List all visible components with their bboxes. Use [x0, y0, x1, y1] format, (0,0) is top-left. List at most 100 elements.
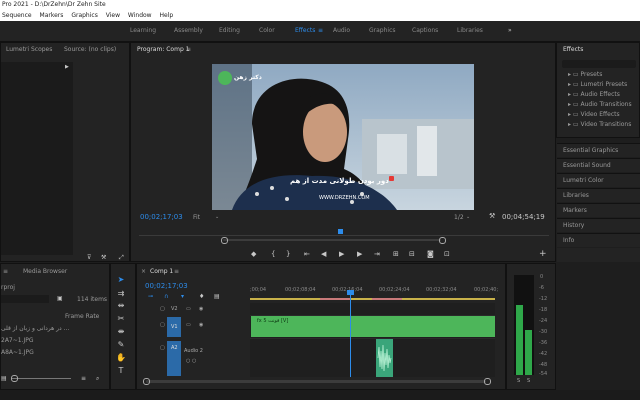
timeline-playhead-handle[interactable] — [347, 290, 354, 295]
panel-markers[interactable]: Markers — [557, 203, 640, 217]
program-ruler[interactable] — [139, 227, 549, 236]
lock-icon[interactable]: ▢ — [160, 322, 165, 328]
go-to-in-icon[interactable]: ⇤ — [304, 250, 310, 258]
fit-dropdown[interactable]: Fit — [193, 214, 200, 221]
play-icon[interactable]: ▶ — [339, 250, 344, 258]
timeline-playhead[interactable] — [350, 290, 351, 377]
step-back-icon[interactable]: ◀ — [321, 250, 326, 258]
tab-comp-1[interactable]: Comp 1 — [150, 268, 173, 275]
zoom-slider[interactable] — [11, 378, 71, 379]
timeline-close-icon[interactable]: × — [141, 268, 146, 275]
effects-folder-audio-transitions[interactable]: ▸ ▭ Audio Transitions — [568, 101, 632, 108]
add-marker-icon[interactable]: ◆ — [251, 250, 256, 258]
scroll-handle-right[interactable] — [439, 237, 446, 244]
project-item[interactable]: 2A7~1.JPG — [1, 337, 34, 344]
workspace-effects[interactable]: Effects — [295, 21, 315, 41]
menu-help[interactable]: Help — [160, 12, 174, 19]
lock-icon[interactable]: ▢ — [160, 345, 165, 351]
fit-chevron-icon[interactable]: ⌄ — [215, 214, 219, 220]
linked-selection-icon[interactable]: ∩ — [164, 293, 168, 300]
track-select-tool-icon[interactable]: ⇉ — [115, 289, 127, 298]
ripple-edit-tool-icon[interactable]: ⇹ — [115, 301, 127, 310]
effects-folder-video-transitions[interactable]: ▸ ▭ Video Transitions — [568, 121, 631, 128]
overwrite-icon[interactable]: ⊟ — [409, 250, 415, 258]
effects-folder-video-effects[interactable]: ▸ ▭ Video Effects — [568, 111, 620, 118]
effects-search-input[interactable] — [562, 60, 636, 68]
eye-icon[interactable]: ◉ — [199, 306, 203, 312]
workspace-audio[interactable]: Audio — [333, 21, 350, 41]
sync-lock-icon[interactable]: ▭ — [186, 322, 191, 328]
effects-folder-presets[interactable]: ▸ ▭ Presets — [568, 71, 602, 78]
settings-wrench-icon[interactable]: ⚒ — [489, 212, 495, 220]
project-item[interactable]: A8A~1.JPG — [1, 349, 34, 356]
menu-view[interactable]: View — [106, 12, 120, 19]
menu-graphics[interactable]: Graphics — [71, 12, 98, 19]
selection-tool-icon[interactable]: ➤ — [115, 275, 127, 284]
resolution-dropdown[interactable]: 1/2 — [454, 214, 464, 221]
wrench-icon[interactable]: ⚒ — [101, 254, 106, 261]
mark-in-icon[interactable]: { — [271, 250, 275, 258]
sort-icon[interactable]: ≡ — [81, 375, 86, 382]
add-button-icon[interactable]: + — [539, 249, 547, 259]
timeline-settings-icon[interactable]: ♦ — [199, 293, 204, 300]
project-menu-icon[interactable]: ≡ — [3, 268, 8, 275]
project-search-input[interactable] — [1, 295, 49, 303]
panel-essential-sound[interactable]: Essential Sound — [557, 158, 640, 172]
workspace-learning[interactable]: Learning — [130, 21, 156, 41]
tab-lumetri-scopes[interactable]: Lumetri Scopes — [6, 46, 52, 53]
hand-tool-icon[interactable]: ✋ — [115, 353, 127, 362]
razor-tool-icon[interactable]: ✂ — [115, 314, 127, 323]
eye-icon[interactable]: ◉ — [199, 322, 203, 328]
workspace-overflow-icon[interactable]: » — [508, 21, 512, 41]
workspace-assembly[interactable]: Assembly — [174, 21, 203, 41]
workspace-menu-icon[interactable]: ≡ — [318, 21, 323, 41]
snap-icon[interactable]: ⊸ — [148, 293, 153, 300]
program-playhead[interactable] — [338, 229, 343, 234]
export-frame-icon[interactable]: ◙ — [427, 250, 434, 258]
panel-libraries[interactable]: Libraries — [557, 188, 640, 202]
play-arrow-icon[interactable]: ▶ — [65, 64, 69, 70]
sync-lock-icon[interactable]: ▭ — [186, 306, 191, 312]
menu-sequence[interactable]: Sequence — [2, 12, 32, 19]
timeline-timecode[interactable]: 00;02;17;03 — [145, 282, 188, 290]
filter-icon[interactable]: ⊽ — [87, 254, 91, 261]
comparison-view-icon[interactable]: ⊡ — [444, 250, 450, 258]
workspace-captions[interactable]: Captions — [412, 21, 438, 41]
effects-folder-lumetri-presets[interactable]: ▸ ▭ Lumetri Presets — [568, 81, 627, 88]
menu-window[interactable]: Window — [128, 12, 152, 19]
effects-folder-audio-effects[interactable]: ▸ ▭ Audio Effects — [568, 91, 620, 98]
column-frame-rate[interactable]: Frame Rate — [65, 313, 99, 320]
program-menu-icon[interactable]: ≡ — [186, 46, 191, 53]
slip-tool-icon[interactable]: ⇼ — [115, 327, 127, 336]
solo-left-button[interactable]: S — [517, 378, 520, 384]
track-label-v1[interactable]: V1 — [171, 324, 178, 330]
project-item[interactable]: در هردانی و زبان از قلی ... — [1, 325, 69, 332]
workspace-color[interactable]: Color — [259, 21, 275, 41]
mark-out-icon[interactable]: } — [286, 250, 290, 258]
mute-icon[interactable]: ○ ○ — [186, 358, 196, 364]
menu-markers[interactable]: Markers — [40, 12, 64, 19]
tab-media-browser[interactable]: Media Browser — [23, 268, 67, 275]
timeline-menu-icon[interactable]: ≡ — [174, 268, 179, 275]
step-forward-icon[interactable]: ▶ — [357, 250, 362, 258]
pen-tool-icon[interactable]: ✎ — [115, 340, 127, 349]
timeline-scroll-right[interactable] — [484, 378, 491, 385]
add-marker-tl-icon[interactable]: ▾ — [181, 293, 184, 300]
lock-icon[interactable]: ▢ — [160, 306, 165, 312]
insert-icon[interactable]: ⊞ — [393, 250, 399, 258]
panel-info[interactable]: Info — [557, 233, 640, 247]
track-lane-v2[interactable] — [250, 303, 495, 316]
audio-clip[interactable] — [376, 339, 393, 377]
video-clip[interactable]: fx فونت 5 [V] — [251, 316, 495, 337]
panel-history[interactable]: History — [557, 218, 640, 232]
new-bin-icon[interactable]: ▣ — [57, 295, 63, 302]
timeline-scroll-left[interactable] — [143, 378, 150, 385]
workspace-libraries[interactable]: Libraries — [457, 21, 483, 41]
captions-icon[interactable]: ▤ — [214, 293, 220, 300]
list-view-icon[interactable]: ▤ — [1, 375, 7, 382]
find-icon[interactable]: ⌕ — [96, 375, 99, 383]
track-lane-a1[interactable] — [250, 339, 495, 377]
track-label-v2[interactable]: V2 — [171, 306, 178, 312]
zoom-scrollbar[interactable] — [223, 239, 441, 241]
go-to-out-icon[interactable]: ⇥ — [374, 250, 380, 258]
